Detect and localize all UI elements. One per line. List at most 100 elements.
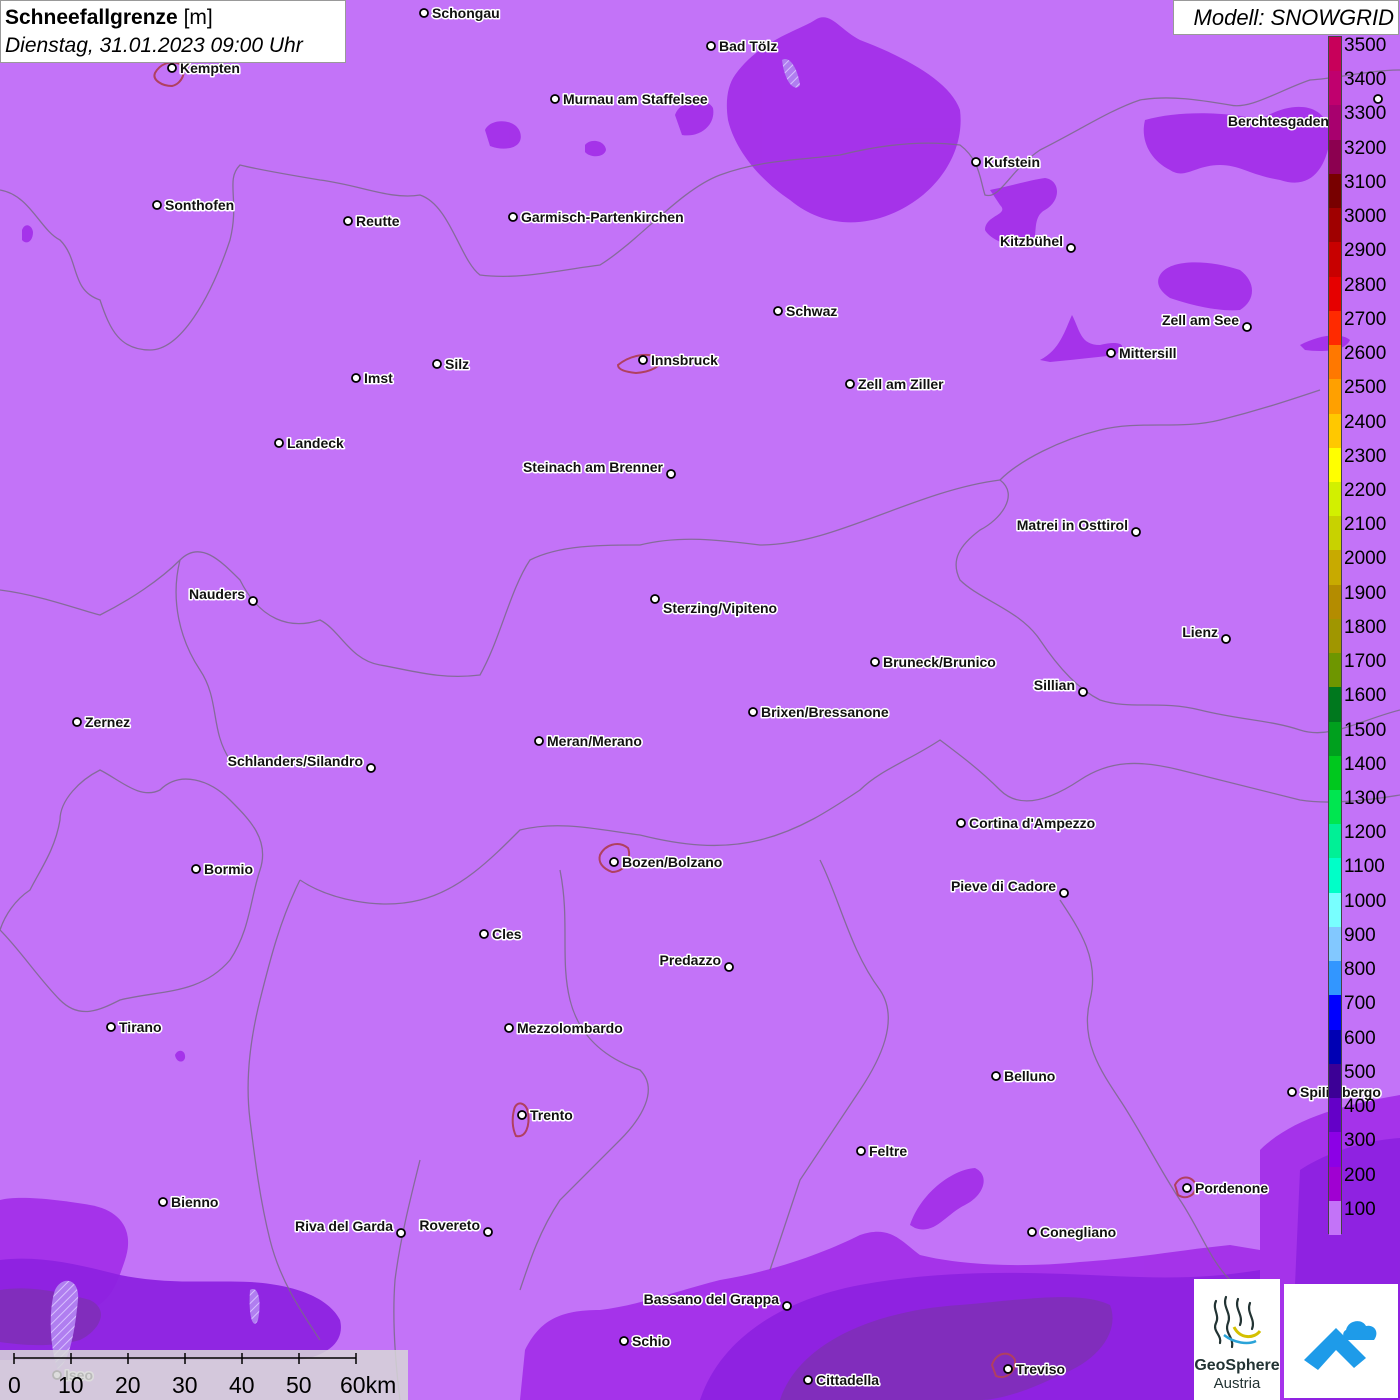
legend-swatch bbox=[1329, 824, 1341, 859]
city-marker bbox=[1182, 1183, 1192, 1193]
city-marker bbox=[856, 1146, 866, 1156]
legend-swatch bbox=[1329, 755, 1341, 791]
scale-tick-label: 40 bbox=[229, 1372, 255, 1398]
legend-swatch bbox=[1329, 550, 1341, 586]
city-marker bbox=[1066, 243, 1076, 253]
city-label: Cles bbox=[492, 926, 522, 942]
city-label: Steinach am Brenner bbox=[523, 459, 664, 475]
city-mezzolombardo: Mezzolombardo bbox=[504, 1019, 624, 1038]
city-marker bbox=[1221, 634, 1231, 644]
city-murnau-am-staffelsee: Murnau am Staffelsee bbox=[550, 90, 709, 109]
city-marker bbox=[619, 1336, 629, 1346]
city-label: Treviso bbox=[1016, 1361, 1065, 1377]
city-label: Schlanders/Silandro bbox=[228, 753, 363, 769]
map-title-box: Schneefallgrenze [m] Dienstag, 31.01.202… bbox=[0, 0, 346, 63]
legend-label: 500 bbox=[1344, 1061, 1376, 1083]
city-label: Bormio bbox=[204, 861, 253, 877]
city-marker bbox=[782, 1301, 792, 1311]
city-label: Berchtesgaden bbox=[1228, 113, 1329, 129]
city-marker bbox=[638, 355, 648, 365]
city-innsbruck: Innsbruck bbox=[638, 351, 720, 370]
legend-label: 700 bbox=[1344, 993, 1376, 1015]
legend-label: 1300 bbox=[1344, 788, 1387, 810]
legend-label: 2400 bbox=[1344, 411, 1387, 433]
legend-label: 400 bbox=[1344, 1096, 1376, 1118]
city-marker bbox=[479, 929, 489, 939]
city-label: Garmisch-Partenkirchen bbox=[521, 209, 684, 225]
city-label: Meran/Merano bbox=[547, 733, 642, 749]
city-marker bbox=[870, 657, 880, 667]
city-label: Lienz bbox=[1182, 624, 1218, 640]
city-marker bbox=[724, 962, 734, 972]
legend-label: 2100 bbox=[1344, 514, 1387, 536]
legend-label: 1800 bbox=[1344, 616, 1387, 638]
city-marker bbox=[508, 212, 518, 222]
legend-swatch bbox=[1329, 1098, 1341, 1133]
legend-swatch bbox=[1329, 37, 1341, 72]
city-marker bbox=[274, 438, 284, 448]
legend-label: 1100 bbox=[1344, 856, 1385, 878]
legend-swatch bbox=[1329, 71, 1341, 106]
city-marker bbox=[803, 1375, 813, 1385]
legend-swatch bbox=[1329, 1132, 1341, 1168]
provider-logo[interactable] bbox=[1284, 1284, 1398, 1398]
city-pordenone: Pordenone bbox=[1182, 1179, 1270, 1198]
city-marker bbox=[517, 1110, 527, 1120]
city-marker bbox=[106, 1022, 116, 1032]
city-label: Murnau am Staffelsee bbox=[563, 91, 708, 107]
legend-swatch bbox=[1329, 276, 1341, 312]
city-marker bbox=[248, 596, 258, 606]
city-marker bbox=[419, 8, 429, 18]
city-label: Cittadella bbox=[816, 1372, 879, 1388]
model-label: Modell: SNOWGRID bbox=[1173, 0, 1399, 35]
legend-label: 100 bbox=[1344, 1198, 1376, 1220]
legend-swatch bbox=[1329, 961, 1341, 996]
city-marker bbox=[1131, 527, 1141, 537]
city-label: Schio bbox=[632, 1333, 670, 1349]
city-label: Schwaz bbox=[786, 303, 837, 319]
legend-swatch bbox=[1329, 721, 1341, 757]
city-marker bbox=[483, 1227, 493, 1237]
legend-swatch bbox=[1329, 584, 1341, 620]
city-marker bbox=[366, 763, 376, 773]
legend-swatch bbox=[1329, 310, 1341, 346]
city-label: Innsbruck bbox=[651, 352, 718, 368]
geosphere-logo[interactable]: GeoSphere Austria bbox=[1194, 1279, 1280, 1400]
city-marker bbox=[773, 306, 783, 316]
scale-bar: 0 10 20 30 40 50 60km bbox=[0, 1350, 408, 1400]
city-bruneck-brunico: Bruneck/Brunico bbox=[870, 653, 997, 672]
city-label: Pieve di Cadore bbox=[951, 878, 1056, 894]
legend-label: 3100 bbox=[1344, 171, 1387, 193]
legend-label: 2200 bbox=[1344, 479, 1387, 501]
legend-swatch bbox=[1329, 413, 1341, 449]
legend-swatch bbox=[1329, 481, 1341, 517]
city-marker bbox=[1287, 1087, 1297, 1097]
city-label: Cortina d'Ampezzo bbox=[969, 815, 1095, 831]
city-cittadella: Cittadella bbox=[803, 1371, 881, 1390]
legend-label: 2300 bbox=[1344, 445, 1387, 467]
city-marker bbox=[550, 94, 560, 104]
map-datetime: Dienstag, 31.01.2023 09:00 Uhr bbox=[5, 34, 303, 57]
legend-swatch bbox=[1329, 1029, 1341, 1065]
city-marker bbox=[991, 1071, 1001, 1081]
legend-swatch bbox=[1329, 208, 1341, 243]
legend-swatch bbox=[1329, 858, 1341, 894]
legend-swatch bbox=[1329, 1063, 1341, 1099]
scale-tick-label: 50 bbox=[286, 1372, 312, 1398]
city-label: Mittersill bbox=[1119, 345, 1177, 361]
city-label: Reutte bbox=[356, 213, 400, 229]
legend-label: 2500 bbox=[1344, 377, 1387, 399]
city-marker bbox=[706, 41, 716, 51]
city-label: Belluno bbox=[1004, 1068, 1055, 1084]
city-label: Pordenone bbox=[1195, 1180, 1268, 1196]
city-conegliano: Conegliano bbox=[1027, 1223, 1118, 1242]
city-zell-am-ziller: Zell am Ziller bbox=[845, 375, 946, 394]
city-label: Landeck bbox=[287, 435, 344, 451]
scale-tick-label: 20 bbox=[115, 1372, 141, 1398]
city-label: Bad Tölz bbox=[719, 38, 777, 54]
legend-label: 800 bbox=[1344, 959, 1376, 981]
legend-swatch bbox=[1329, 139, 1341, 175]
city-label: Conegliano bbox=[1040, 1224, 1116, 1240]
scale-tick-label: 0 bbox=[8, 1372, 21, 1398]
city-label: Nauders bbox=[189, 586, 245, 602]
